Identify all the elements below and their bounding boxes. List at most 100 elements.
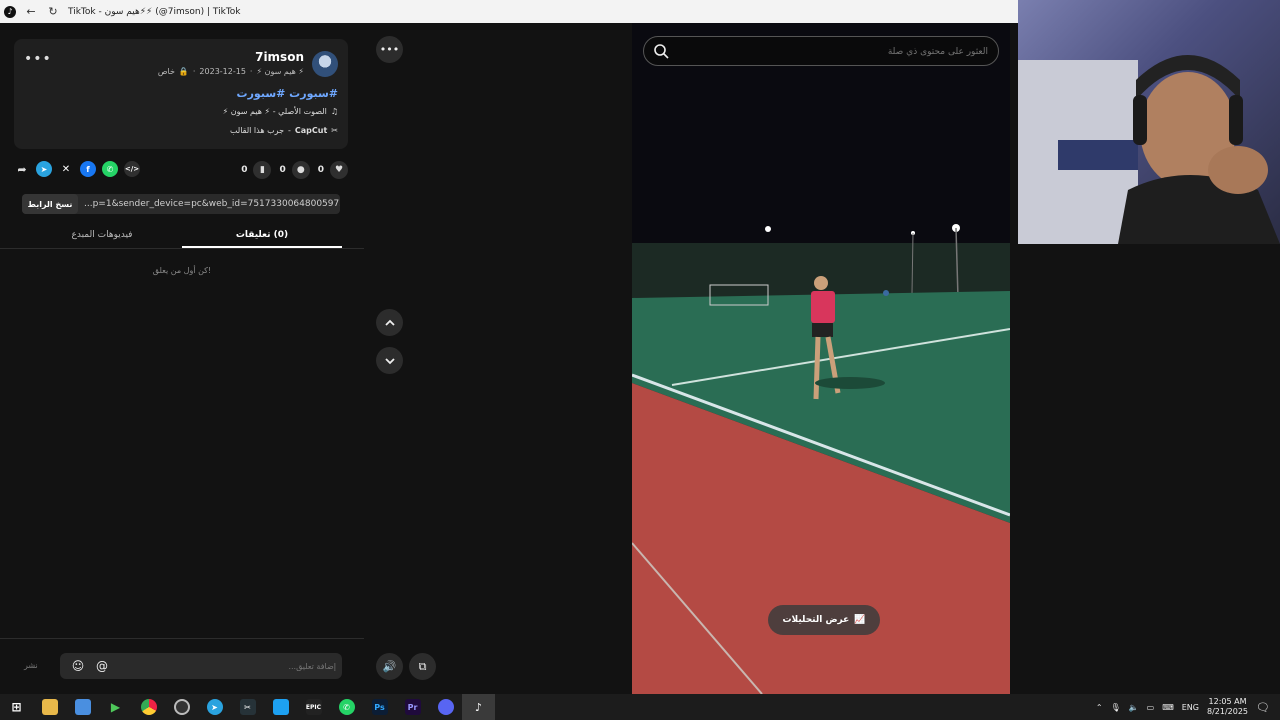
view-analytics-button[interactable]: 📈 عرض التحليلات [768,605,880,635]
notification-icon[interactable]: 🗨 [1256,701,1270,714]
post-date: 2023-12-15 [199,67,246,76]
comment-input[interactable] [116,657,336,675]
clock-date: 8/21/2025 [1207,707,1249,716]
chevron-up-icon[interactable]: ⌃ [1096,703,1103,712]
display-name: ⚡ هيم سون ⚡ [256,67,304,76]
keyboard-icon[interactable]: ⌨ [1162,703,1174,712]
more-options-icon[interactable]: ••• [24,51,52,67]
next-video-button[interactable] [376,347,403,374]
capcut-icon: ✂ [331,126,338,135]
picture-in-picture-icon: ⧉ [418,659,427,673]
taskbar-obs[interactable] [165,694,198,720]
language-indicator[interactable]: ENG [1182,703,1199,712]
taskbar-premiere[interactable]: Pr [396,694,429,720]
refresh-icon[interactable]: ↻ [46,5,60,19]
sound-link[interactable]: ♫ الصوت الأصلي - ⚡ هيم سون ⚡ [223,107,338,116]
tab-creator-videos[interactable]: فيديوهات المبدع [22,224,182,248]
premiere-icon: Pr [404,699,421,715]
clock[interactable]: 12:05 AM 8/21/2025 [1207,697,1248,717]
bookmark-icon: ▮ [253,161,272,179]
back-arrow-icon[interactable]: ← [24,5,38,19]
share-url[interactable]: ...p=1&sender_device=pc&web_id=751733006… [78,199,340,209]
emoji-icon[interactable]: ☺ [70,658,86,674]
pip-button[interactable]: ⧉ [409,653,436,680]
capcut-icon: ✂ [239,699,256,715]
search-icon[interactable] [653,43,669,59]
windows-icon: ⊞ [11,700,22,714]
title-bar: ♪ ← ↻ TikTok - هيم سون⚡⚡ (@7imson) | Tik… [0,0,1018,23]
taskbar-chrome[interactable] [132,694,165,720]
start-button[interactable]: ⊞ [0,694,33,720]
related-search-input[interactable] [688,43,988,61]
facebook-icon[interactable]: f [80,161,96,177]
photoshop-icon: Ps [371,699,388,715]
tab-comments[interactable]: (0) تعليقات [182,224,342,248]
window-title: TikTok - هيم سون⚡⚡ (@7imson) | TikTok [68,6,241,17]
left-panel: 7imson ⚡ هيم سون ⚡ · 2023-12-15 · 🔒 خاص … [0,23,364,694]
telegram-icon: ➤ [206,699,223,715]
taskbar-twitter[interactable] [264,694,297,720]
right-empty-pane [1010,244,1280,694]
video-nav-column: ••• 🔊 ⧉ [364,23,632,694]
likes-count: 0 [317,165,324,175]
taskbar-telegram[interactable]: ➤ [198,694,231,720]
analytics-label: عرض التحليلات [782,615,850,625]
video-player[interactable]: 📈 عرض التحليلات [632,23,1010,694]
embed-icon[interactable]: </> [124,161,140,177]
taskbar-whatsapp[interactable]: ✆ [330,694,363,720]
post-info-card: 7imson ⚡ هيم سون ⚡ · 2023-12-15 · 🔒 خاص … [14,39,348,149]
whatsapp-icon[interactable]: ✆ [102,161,118,177]
save-button[interactable]: ▮ 0 [241,161,272,179]
previous-video-button[interactable] [376,309,403,336]
obs-icon [173,699,190,715]
system-tray: ⌃ 🎙 🔈 ▭ ⌨ ENG 12:05 AM 8/21/2025 🗨 [1096,694,1270,720]
capcut-label: CapCut [294,126,328,135]
capcut-link[interactable]: ✂ CapCut - جرب هذا القالب [230,126,338,135]
taskbar-epic[interactable]: EPIC [297,694,330,720]
privacy-label: خاص [157,67,175,76]
x-icon[interactable]: ✕ [58,161,74,177]
taskbar-play[interactable]: ▶ [99,694,132,720]
microphone-icon[interactable]: 🎙 [1111,703,1121,712]
tiktok-icon: ♪ [474,700,483,714]
folder-icon [41,699,58,715]
clock-time: 12:05 AM [1208,697,1247,706]
volume-button[interactable]: 🔊 [376,653,403,680]
tiktok-logo-icon: ♪ [4,5,16,18]
whatsapp-icon: ✆ [338,699,355,715]
share-arrow-icon[interactable]: ➦ [14,161,30,177]
post-button[interactable]: نشر [24,661,38,670]
like-button[interactable]: ♥ 0 [318,161,348,179]
discord-icon [437,699,454,715]
related-search-bar[interactable] [643,36,999,66]
taskbar-capcut[interactable]: ✂ [231,694,264,720]
sound-label: الصوت الأصلي - ⚡ هيم سون ⚡ [222,107,327,116]
capcut-action: جرب هذا القالب [229,126,285,135]
username[interactable]: 7imson [255,50,304,64]
more-menu-button[interactable]: ••• [376,36,403,63]
taskbar-store[interactable] [66,694,99,720]
epic-games-icon: EPIC [305,699,322,715]
taskbar-photoshop[interactable]: Ps [363,694,396,720]
taskbar-discord[interactable] [429,694,462,720]
play-store-icon: ▶ [110,700,121,714]
network-icon[interactable]: ▭ [1147,703,1155,712]
post-meta: ⚡ هيم سون ⚡ · 2023-12-15 · 🔒 خاص [157,67,304,76]
copy-link-button[interactable]: نسخ الرابط [22,194,78,214]
hashtags[interactable]: #ﺳﺒﻮﺭﺕ #ﺳﺒﻮﺭﺕ [237,87,338,100]
comment-composer: نشر ☺ @ [0,638,364,694]
taskbar-tiktok[interactable]: ♪ [462,694,495,720]
mention-icon[interactable]: @ [94,658,110,674]
chrome-icon [140,699,157,715]
music-note-icon: ♫ [330,107,338,116]
chevron-down-icon [384,357,395,364]
comment-button[interactable]: ● 0 [279,161,310,179]
twitter-icon [272,699,289,715]
saves-count: 0 [241,165,248,175]
avatar[interactable] [312,51,338,77]
volume-icon[interactable]: 🔈 [1129,703,1139,712]
comments-count: 0 [279,165,286,175]
taskbar-explorer[interactable] [33,694,66,720]
telegram-icon[interactable]: ➤ [36,161,52,177]
webcam-image [1018,55,1280,244]
